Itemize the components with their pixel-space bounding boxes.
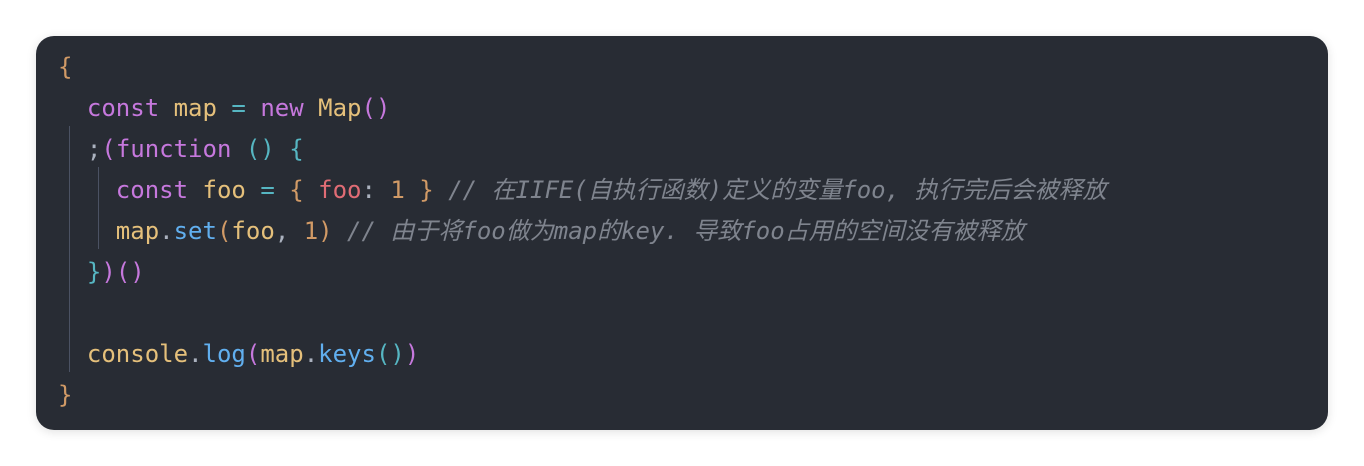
paren-close: ) [101, 258, 116, 286]
variable-foo: foo [231, 217, 275, 245]
brace-close: } [58, 381, 73, 409]
comment: // 在IIFE(自执行函数)定义的变量foo, 执行完后会被释放 [448, 176, 1107, 204]
semicolon: ; [86, 135, 102, 163]
class-map: Map [318, 94, 362, 122]
code-line-3: ;(function () { [58, 129, 1107, 170]
operator-equals: = [231, 94, 246, 122]
property-foo: foo [318, 176, 362, 204]
comment: // 由于将foo做为map的key. 导致foo占用的空间没有被释放 [347, 217, 1025, 245]
code-line-4: const foo = { foo: 1 } // 在IIFE(自执行函数)定义… [58, 170, 1107, 211]
brace-open-fn: { [289, 135, 304, 163]
param-parens: () [245, 135, 275, 163]
code-block: { const map = new Map() ;(function () { … [36, 36, 1328, 430]
object-brace-close: } [419, 176, 434, 204]
code-line-6: })() [58, 252, 1107, 293]
code-line-1: { [58, 47, 1107, 88]
variable-map: map [260, 340, 304, 368]
paren-close: ) [404, 340, 420, 368]
code-content: { const map = new Map() ;(function () { … [58, 47, 1107, 416]
dot: . [159, 217, 174, 245]
code-line-8: console.log(map.keys()) [58, 334, 1107, 375]
code-line-2: const map = new Map() [58, 88, 1107, 129]
keyword-const: const [86, 94, 160, 122]
keyword-new: new [260, 94, 304, 122]
call-parens: () [361, 94, 391, 122]
number-literal: 1 [390, 176, 405, 204]
variable-console: console [86, 340, 189, 368]
number-literal: 1 [303, 217, 319, 245]
brace-close-fn: } [86, 258, 102, 286]
variable-foo: foo [202, 176, 246, 204]
variable-map: map [173, 94, 217, 122]
paren-open: ( [216, 217, 232, 245]
dot: . [188, 340, 203, 368]
method-keys: keys [318, 340, 376, 368]
colon: : [361, 176, 376, 204]
brace-open: { [58, 53, 73, 81]
call-parens: () [375, 340, 405, 368]
keyword-function: function [115, 135, 232, 163]
method-log: log [202, 340, 246, 368]
invoke-parens: () [115, 258, 145, 286]
keyword-const: const [115, 176, 189, 204]
paren-open: ( [101, 135, 116, 163]
operator-equals: = [260, 176, 275, 204]
paren-open: ( [245, 340, 261, 368]
code-line-5: map.set(foo, 1) // 由于将foo做为map的key. 导致fo… [58, 211, 1107, 252]
dot: . [303, 340, 319, 368]
variable-map: map [115, 217, 160, 245]
code-line-9: } [58, 375, 1107, 416]
paren-close: ) [318, 217, 333, 245]
comma: , [274, 217, 290, 245]
object-brace-open: { [289, 176, 304, 204]
method-set: set [173, 217, 217, 245]
